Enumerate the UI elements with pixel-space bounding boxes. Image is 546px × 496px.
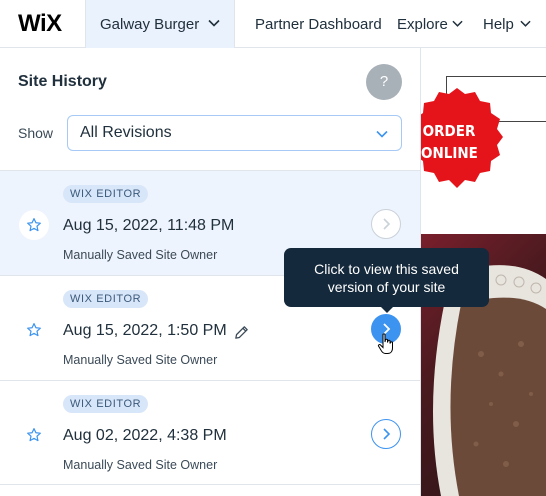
revision-list: WIX EDITOR Aug 15, 2022, 11:48 PM Manual… [0,170,420,485]
top-bar: WiX Galway Burger Partner Dashboard Expl… [0,0,546,48]
nav-partner-dashboard[interactable]: Partner Dashboard [255,16,382,33]
star-icon[interactable] [19,210,49,240]
editor-badge: WIX EDITOR [63,395,149,413]
editor-badge: WIX EDITOR [63,290,149,308]
chevron-down-icon [452,20,463,27]
view-revision-button[interactable] [371,209,401,239]
revision-subtitle: Manually Saved Site Owner [63,248,218,262]
seal-line-2: ONLINE [421,144,478,162]
site-selector[interactable]: Galway Burger [85,0,235,48]
revision-filter-dropdown[interactable]: All Revisions [67,115,402,151]
seal-line-1: ORDER [422,122,476,140]
revision-subtitle: Manually Saved Site Owner [63,353,218,367]
revision-row[interactable]: WIX EDITOR Aug 02, 2022, 4:38 PM Manuall… [0,380,420,485]
help-icon[interactable]: ? [366,64,402,100]
revision-subtitle: Manually Saved Site Owner [63,458,218,472]
nav-explore[interactable]: Explore [397,16,448,33]
revision-date: Aug 02, 2022, 4:38 PM [63,427,227,444]
editor-badge: WIX EDITOR [63,185,149,203]
revision-date: Aug 15, 2022, 11:48 PM [63,217,235,234]
wix-logo[interactable]: WiX [18,12,62,36]
chevron-down-icon [208,19,220,27]
filter-value: All Revisions [80,124,172,141]
revision-date: Aug 15, 2022, 1:50 PM [63,322,227,339]
show-label: Show [18,125,54,141]
view-revision-tooltip: Click to view this saved version of your… [284,248,489,307]
view-revision-button[interactable] [371,419,401,449]
pencil-icon[interactable] [233,324,250,341]
panel-title: Site History [18,73,107,90]
tooltip-arrow [380,306,394,313]
tooltip-line-1: Click to view this saved [314,261,459,277]
chevron-down-icon [520,20,531,27]
nav-help[interactable]: Help [483,16,514,33]
site-name: Galway Burger [100,16,200,33]
chevron-down-icon [376,130,388,138]
hand-cursor-icon [377,333,393,354]
tooltip-line-2: version of your site [327,279,446,295]
star-icon[interactable] [19,315,49,345]
star-icon[interactable] [19,420,49,450]
chevron-right-icon [383,218,391,230]
seal-text[interactable]: ORDER ONLINE [421,120,478,164]
chevron-right-icon [383,428,391,440]
